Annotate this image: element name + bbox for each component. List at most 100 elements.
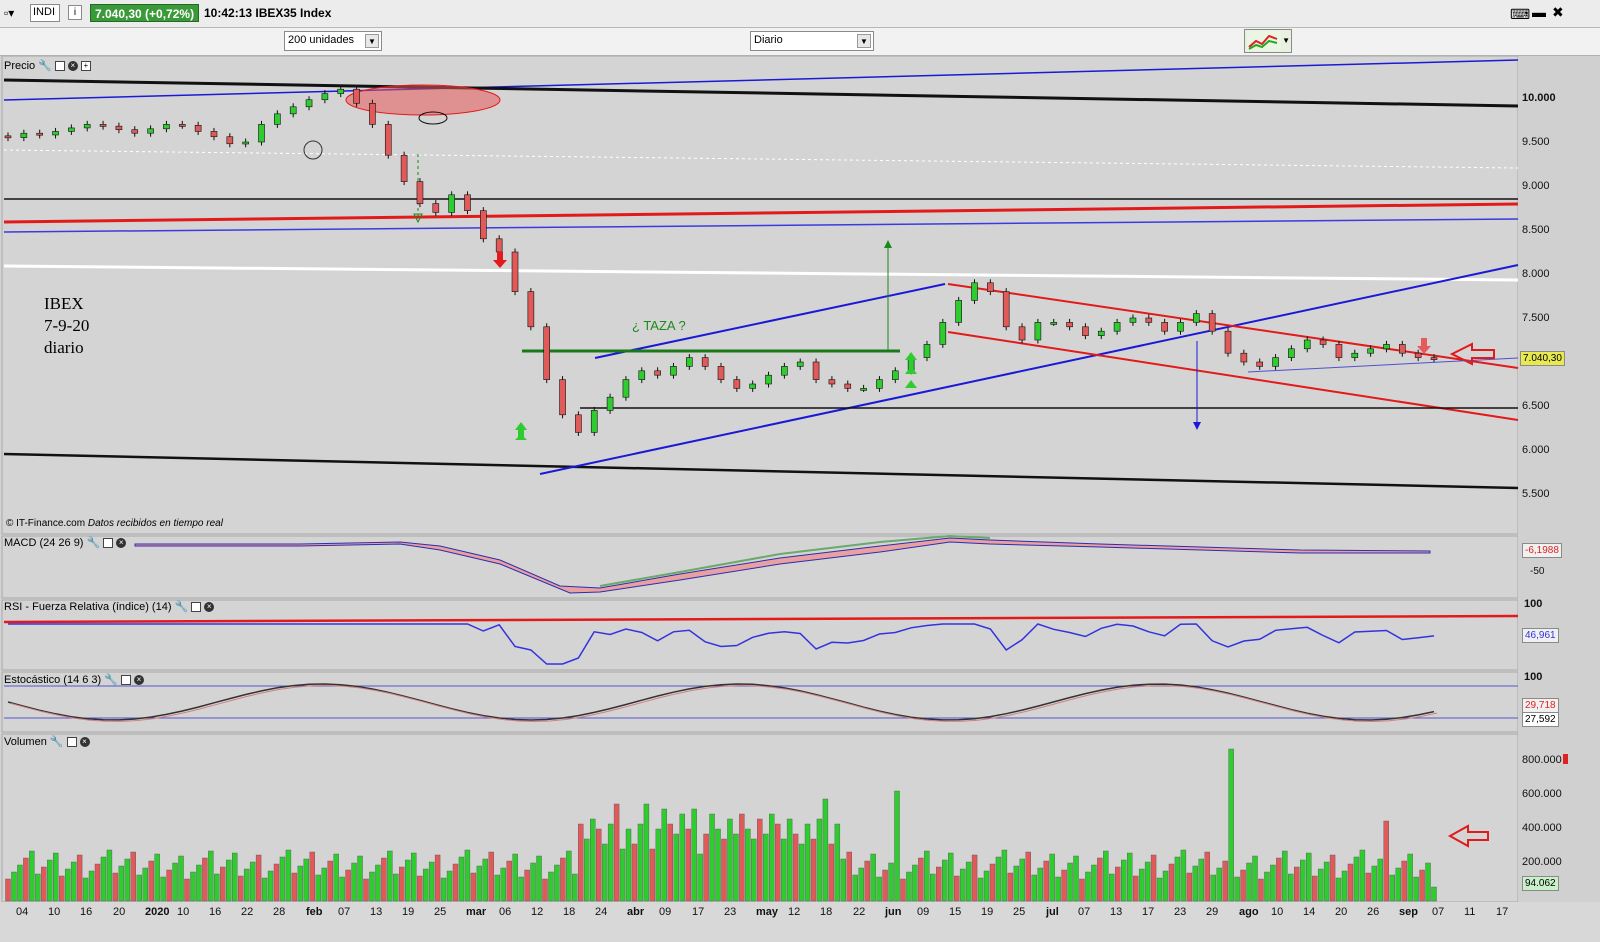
- close-icon[interactable]: ×: [79, 736, 90, 747]
- volume-bar: [643, 803, 650, 902]
- window-icon[interactable]: [103, 537, 114, 548]
- chevron-down-icon[interactable]: ▼: [365, 34, 379, 48]
- volume-bar: [1192, 865, 1199, 902]
- candle-body: [891, 370, 899, 380]
- volume-bar: [1204, 851, 1210, 902]
- close-icon[interactable]: ×: [116, 537, 127, 548]
- volume-bar: [1323, 861, 1330, 902]
- time-axis-label: feb: [306, 906, 323, 918]
- volume-bar: [381, 857, 387, 902]
- candle-body: [939, 322, 947, 345]
- volume-bar: [763, 833, 769, 902]
- close-icon[interactable]: ×: [204, 601, 215, 612]
- wrench-icon[interactable]: 🔧: [38, 59, 52, 72]
- candle-body: [1224, 330, 1232, 354]
- volume-bar: [315, 874, 321, 902]
- volume-bar: [542, 878, 548, 902]
- time-axis-label: 25: [434, 906, 447, 918]
- close-icon[interactable]: ×: [133, 674, 144, 685]
- volume-bar: [369, 871, 375, 902]
- candle-body: [194, 124, 202, 132]
- volume-bar: [858, 867, 864, 902]
- volume-bar: [930, 873, 936, 902]
- volume-bar: [1079, 878, 1085, 902]
- candle-body: [717, 366, 725, 380]
- candle-body: [1161, 322, 1168, 332]
- keyboard-icon[interactable]: ⌨: [1510, 6, 1530, 23]
- volume-bar: [948, 852, 954, 902]
- wrench-icon[interactable]: 🔧: [104, 673, 118, 686]
- volume-bar: [5, 878, 11, 902]
- price-axis-label: 8.000: [1522, 268, 1550, 280]
- volume-bar: [166, 869, 172, 902]
- volume-bar: [351, 862, 357, 902]
- window-icon[interactable]: [66, 736, 77, 747]
- volume-bar: [1013, 865, 1020, 902]
- rsi-top-label: 100: [1524, 598, 1543, 610]
- candle-body: [733, 379, 741, 389]
- close-icon[interactable]: ×: [67, 60, 78, 71]
- volume-bar: [1377, 858, 1384, 902]
- volume-bar: [751, 838, 757, 902]
- info-icon[interactable]: i: [68, 5, 82, 20]
- wrench-icon[interactable]: 🔧: [86, 536, 100, 549]
- volume-bar: [64, 868, 71, 902]
- stoch-panel-title: Estocástico (14 6 3): [4, 673, 102, 686]
- wrench-icon[interactable]: 🔧: [175, 600, 189, 613]
- candle-body: [1208, 313, 1216, 332]
- period-dropdown[interactable]: Diario ▼: [750, 31, 874, 51]
- window-icon[interactable]: [191, 601, 202, 612]
- units-dropdown[interactable]: 200 unidades ▼: [284, 31, 382, 51]
- ticker-select[interactable]: INDI: [30, 4, 60, 22]
- candle-body: [400, 154, 408, 182]
- candle-body: [828, 379, 836, 385]
- close-icon[interactable]: ✖: [1552, 4, 1564, 21]
- volume-bar: [70, 861, 77, 902]
- volume-bar: [1031, 874, 1037, 902]
- time-axis-label: 09: [659, 906, 672, 918]
- volume-bar: [601, 843, 608, 902]
- plus-icon[interactable]: +: [80, 60, 91, 71]
- window-icon[interactable]: ▫▾: [4, 6, 14, 20]
- window-icon[interactable]: [120, 674, 131, 685]
- time-axis-label: 06: [499, 906, 512, 918]
- volume-bar: [506, 860, 512, 902]
- annotation-line-3: diario: [44, 338, 84, 357]
- candle-body: [812, 361, 820, 380]
- chevron-down-icon[interactable]: ▼: [857, 34, 871, 48]
- volume-bar: [1234, 876, 1240, 902]
- chart-toolbar: 200 unidades ▼ Diario ▼ ▼: [0, 28, 1600, 56]
- volume-bar: [232, 852, 238, 902]
- candle-body: [1050, 322, 1058, 325]
- time-axis-label: 18: [563, 906, 576, 918]
- info-icon-glyph: i: [73, 7, 77, 18]
- volume-bar: [190, 871, 196, 902]
- candle-body: [416, 181, 424, 204]
- volume-bar: [679, 813, 685, 902]
- volume-bar: [53, 852, 59, 902]
- volume-bar: [279, 856, 286, 902]
- price-axis-label: 9.000: [1522, 180, 1550, 192]
- volume-bar: [733, 833, 739, 902]
- window-icon[interactable]: [54, 60, 65, 71]
- volume-bar: [1055, 876, 1061, 902]
- chevron-down-icon[interactable]: ▼: [1282, 36, 1290, 45]
- candle-body: [1240, 352, 1248, 363]
- volume-bar: [345, 869, 351, 902]
- volume-bar: [566, 850, 572, 902]
- volume-bar: [1180, 849, 1187, 902]
- minimize-icon[interactable]: ▬: [1532, 4, 1546, 20]
- candle-body: [258, 124, 265, 143]
- chart-type-button[interactable]: ▼: [1244, 29, 1292, 53]
- wrench-icon[interactable]: 🔧: [50, 735, 64, 748]
- volume-bar: [894, 790, 900, 902]
- time-axis-label: 15: [949, 906, 962, 918]
- volume-bar: [327, 860, 333, 902]
- volume-bar: [721, 838, 727, 902]
- candle-body: [670, 366, 677, 376]
- volume-bar: [631, 843, 638, 902]
- candle-body: [987, 282, 994, 292]
- volume-bar: [1174, 856, 1181, 902]
- price-axis-label: 7.500: [1522, 312, 1550, 324]
- price-change-badge: 7.040,30 (+0,72%): [90, 4, 200, 22]
